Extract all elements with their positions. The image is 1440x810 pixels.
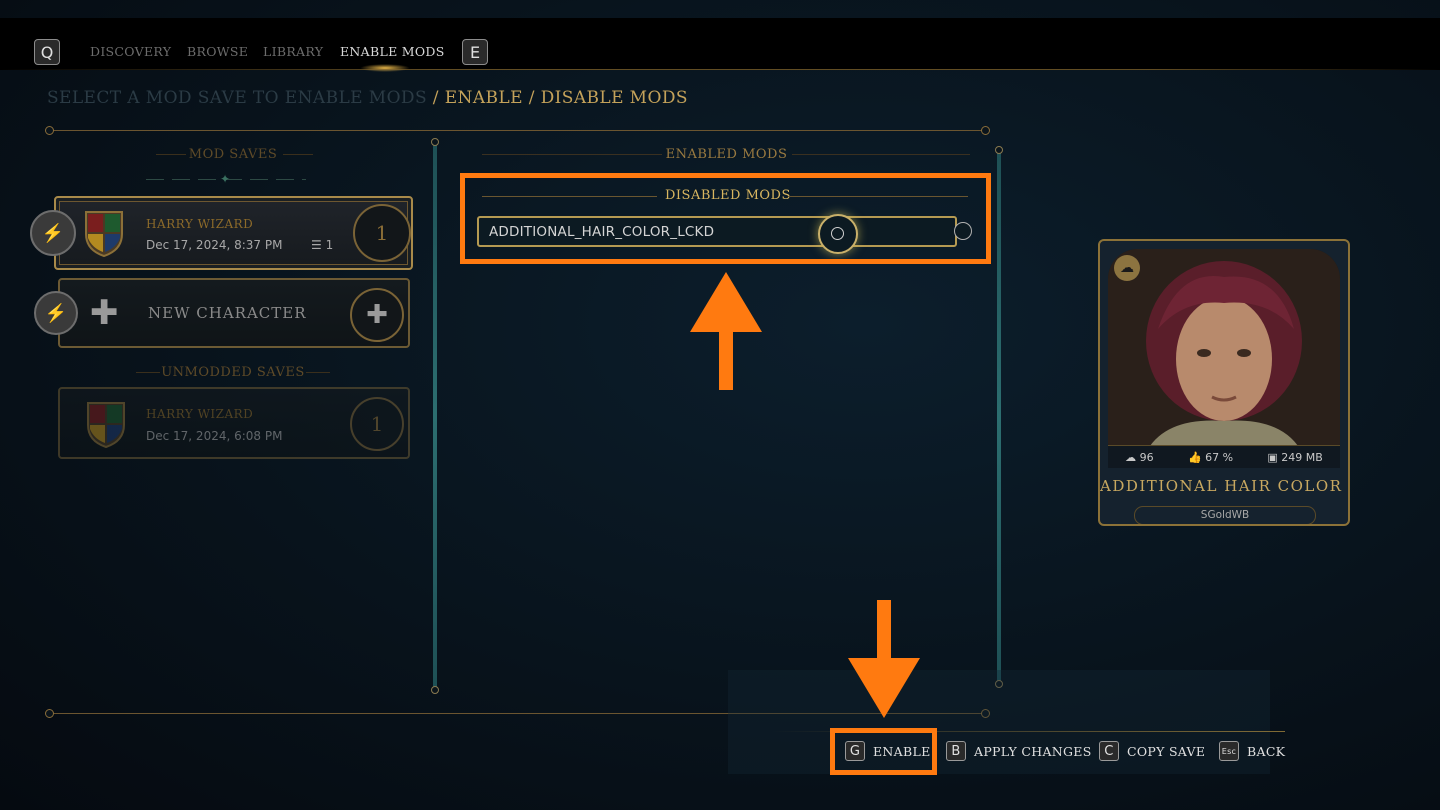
breadcrumb-step-enable-disable: / ENABLE / DISABLE MODS — [427, 88, 688, 108]
plus-icon: ✚ — [366, 300, 388, 330]
cloud-icon: ☁ — [1125, 450, 1140, 464]
mod-saves-heading: MOD SAVES — [188, 147, 278, 162]
new-character-label: NEW CHARACTER — [148, 304, 307, 322]
section-divider — [306, 372, 330, 373]
down-arrow-annotation — [848, 600, 920, 718]
back-label: BACK — [1247, 743, 1286, 759]
level-badge: 1 — [353, 204, 411, 262]
unmodded-saves-heading: UNMODDED SAVES — [161, 365, 305, 380]
level-badge: 1 — [350, 397, 404, 451]
save-name: HARRY WIZARD — [146, 217, 254, 231]
rating-value: 67 % — [1205, 450, 1234, 464]
breadcrumb-step-select-save: SELECT A MOD SAVE TO ENABLE MODS — [47, 88, 427, 108]
scrollbar-cap — [431, 686, 439, 694]
unmodded-save-card[interactable]: HARRY WIZARD Dec 17, 2024, 6:08 PM 1 — [58, 387, 410, 459]
section-divider — [792, 154, 970, 155]
back-action[interactable]: Esc BACK — [1219, 741, 1285, 761]
scrollbar-cap — [995, 146, 1003, 154]
new-character-card[interactable]: ✚ NEW CHARACTER ✚ — [58, 278, 410, 348]
breadcrumb: SELECT A MOD SAVE TO ENABLE MODS / ENABL… — [47, 88, 688, 108]
mod-preview-image: ☁ — [1108, 249, 1340, 449]
pin-icon: ✦ — [220, 172, 231, 186]
save-date: Dec 17, 2024, 6:08 PM — [146, 429, 283, 443]
mod-save-card[interactable]: HARRY WIZARD Dec 17, 2024, 8:37 PM ☰ 1 1 — [54, 196, 413, 270]
copy-save-label: COPY SAVE — [1127, 743, 1206, 759]
tab-discovery[interactable]: DISCOVERY — [90, 44, 171, 59]
mod-stats: ☁ 96 👍 67 % ▣ 249 MB — [1108, 445, 1340, 468]
tab-browse[interactable]: BROWSE — [187, 44, 248, 59]
up-arrow-annotation — [690, 272, 762, 390]
highlight-enable-button — [830, 728, 937, 775]
mod-detail-card[interactable]: ☁ ☁ 96 👍 67 % ▣ 249 MB ADDITIONAL HAIR C… — [1098, 239, 1350, 526]
tab-library[interactable]: LIBRARY — [263, 44, 323, 59]
add-character-button[interactable]: ✚ — [350, 288, 404, 342]
section-divider — [136, 372, 160, 373]
downloads-count: 96 — [1139, 450, 1154, 464]
hogwarts-crest-icon — [87, 402, 125, 449]
plus-icon: ✚ — [90, 293, 119, 333]
tab-enable-mods[interactable]: ENABLE MODS — [340, 44, 445, 59]
mods-list-scrollbar[interactable] — [997, 150, 1001, 684]
cloud-download-icon: ☁ — [1114, 255, 1140, 281]
size-value: 249 MB — [1281, 450, 1323, 464]
spell-badge-icon: ⚡ — [30, 210, 76, 256]
enabled-mods-heading: ENABLED MODS — [665, 147, 788, 162]
left-panel-scrollbar[interactable] — [433, 142, 437, 690]
top-frame-line — [50, 130, 985, 131]
next-tab-key[interactable]: E — [462, 39, 488, 65]
spell-badge-icon: ⚡ — [34, 291, 78, 335]
section-divider — [156, 154, 186, 155]
header-divider — [0, 69, 1440, 70]
frame-ornament — [981, 126, 990, 135]
highlight-disabled-mods — [460, 173, 991, 264]
b-key-icon: B — [946, 741, 966, 761]
frame-ornament — [45, 709, 54, 718]
save-name: HARRY WIZARD — [146, 407, 254, 421]
esc-key-icon: Esc — [1219, 741, 1239, 761]
downloads-stat: ☁ 96 — [1125, 451, 1154, 464]
section-divider — [283, 154, 313, 155]
apply-changes-action[interactable]: B APPLY CHANGES — [946, 741, 1092, 761]
apply-changes-label: APPLY CHANGES — [974, 743, 1092, 759]
frame-ornament — [45, 126, 54, 135]
mod-count-value: 1 — [325, 238, 334, 252]
hogwarts-crest-icon — [85, 211, 123, 258]
c-key-icon: C — [1099, 741, 1119, 761]
mod-card-title: ADDITIONAL HAIR COLOR LCKD — [1100, 477, 1348, 495]
mod-count: ☰ 1 — [311, 238, 333, 252]
list-icon: ☰ — [311, 238, 326, 252]
prev-tab-key[interactable]: Q — [34, 39, 60, 65]
scrollbar-cap — [431, 138, 439, 146]
save-disk-icon: ▣ — [1267, 450, 1282, 464]
save-date: Dec 17, 2024, 8:37 PM — [146, 238, 283, 252]
character-portrait — [1108, 249, 1340, 449]
mod-author: SGoldWB — [1134, 506, 1316, 524]
section-divider — [482, 154, 662, 155]
rating-stat: 👍 67 % — [1188, 451, 1233, 464]
copy-save-action[interactable]: C COPY SAVE — [1099, 741, 1205, 761]
thumbs-up-icon: 👍 — [1187, 450, 1206, 464]
active-tab-indicator — [360, 64, 410, 72]
size-stat: ▣ 249 MB — [1267, 451, 1322, 464]
